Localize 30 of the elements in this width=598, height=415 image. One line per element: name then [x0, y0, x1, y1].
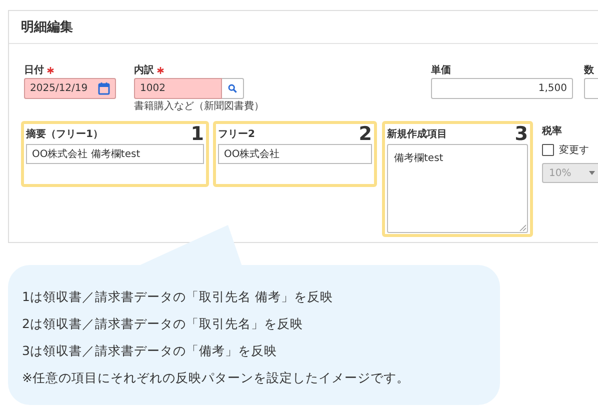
field-label: 摘要（フリー1）: [26, 127, 103, 141]
panel-title: 明細編集: [21, 19, 73, 36]
number-field[interactable]: 1,500: [431, 78, 573, 99]
search-icon: [228, 84, 237, 93]
checkbox-label: 変更す: [559, 144, 589, 157]
field-label: 内訳: [134, 64, 154, 77]
resize-handle-icon[interactable]: [519, 224, 526, 231]
text-area-value: 備考欄test: [394, 153, 444, 164]
field-label: 日付: [24, 64, 44, 77]
calendar-icon[interactable]: [98, 82, 110, 95]
caret-icon: [589, 171, 595, 175]
note-text: 3は領収書／請求書データの「備考」を反映: [22, 342, 278, 360]
text-field[interactable]: OO株式会社: [218, 144, 372, 164]
text-area[interactable]: 備考欄test: [387, 144, 528, 233]
field-label: 単価: [431, 64, 451, 77]
number-label: 1: [190, 124, 204, 144]
search-button[interactable]: [222, 78, 244, 99]
note-text: 1は領収書／請求書データの「取引先名 備考」を反映: [22, 288, 334, 306]
field-label: 新規作成項目: [387, 127, 447, 141]
code-field[interactable]: 1002: [134, 78, 222, 99]
hint-text: 書籍購入など（新聞図書費）: [134, 101, 264, 113]
field-label: 数: [584, 64, 594, 77]
number-label: 3: [514, 124, 528, 144]
note-text: ※任意の項目にそれぞれの反映パターンを設定したイメージです。: [22, 369, 410, 387]
field-label: 税率: [542, 124, 563, 139]
field-label: フリー2: [218, 128, 255, 141]
date-field[interactable]: 2025/12/19: [24, 78, 116, 99]
text-field[interactable]: OO株式会社 備考欄test: [26, 144, 204, 164]
note-text: 2は領収書／請求書データの「取引先名」を反映: [22, 315, 304, 333]
number-label: 2: [358, 124, 372, 144]
